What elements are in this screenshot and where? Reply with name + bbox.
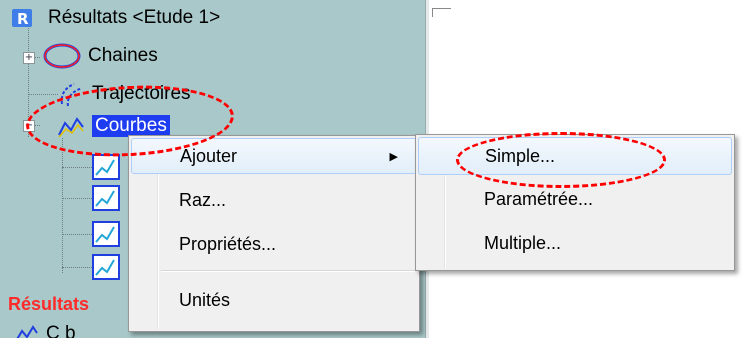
section-results-header: Résultats xyxy=(8,294,90,314)
menu-item-proprietes[interactable]: Propriétés... xyxy=(131,226,417,262)
context-menu: Ajouter ▶ Raz... Propriétés... Unités xyxy=(128,135,420,332)
tree-child-curve[interactable] xyxy=(92,154,120,185)
submenu-item-multiple[interactable]: Multiple... xyxy=(418,225,732,261)
menu-separator xyxy=(161,270,415,272)
tree-child-curve[interactable] xyxy=(92,185,120,216)
curve-icon xyxy=(92,221,120,247)
tree-connector xyxy=(62,234,92,235)
menu-item-label: Ajouter xyxy=(180,145,238,166)
curve-icon xyxy=(92,254,120,280)
tree-child-curve[interactable] xyxy=(92,221,120,252)
tree-root-label: Résultats <Etude 1> xyxy=(48,7,221,28)
svg-text:R: R xyxy=(17,10,29,28)
tree-root-results[interactable]: R Résultats <Etude 1> xyxy=(10,4,220,32)
curve-icon xyxy=(92,185,120,211)
annotation-ellipse-simple xyxy=(456,132,666,188)
tree-child-curve[interactable] xyxy=(92,254,120,285)
menu-item-label: Paramétrée... xyxy=(484,188,594,209)
menu-item-unites[interactable]: Unités xyxy=(131,282,417,318)
menu-item-label: Raz... xyxy=(179,189,227,210)
expand-chaines-button[interactable]: + xyxy=(23,52,35,64)
tree-item-partial[interactable]: C b xyxy=(14,320,76,338)
tree-item-label: C b xyxy=(46,323,76,338)
tree-connector xyxy=(62,267,92,268)
tree-connector xyxy=(62,167,92,168)
tree-connector xyxy=(62,138,63,273)
tree-item-label: Chaines xyxy=(88,45,158,66)
menu-item-raz[interactable]: Raz... xyxy=(131,182,417,218)
chain-ellipse-icon xyxy=(43,43,81,69)
tree-connector xyxy=(62,198,92,199)
tree-item-chaines[interactable]: Chaines xyxy=(42,42,158,70)
menu-item-label: Propriétés... xyxy=(179,233,277,254)
curve-folder-icon xyxy=(16,325,38,338)
results-root-icon: R xyxy=(12,9,32,28)
curve-icon xyxy=(92,154,120,180)
menu-item-label: Unités xyxy=(179,289,231,310)
submenu-arrow-icon: ▶ xyxy=(389,150,398,163)
tree-connector xyxy=(28,94,58,95)
panel-corner-mark xyxy=(432,8,451,17)
menu-item-label: Multiple... xyxy=(484,232,562,253)
